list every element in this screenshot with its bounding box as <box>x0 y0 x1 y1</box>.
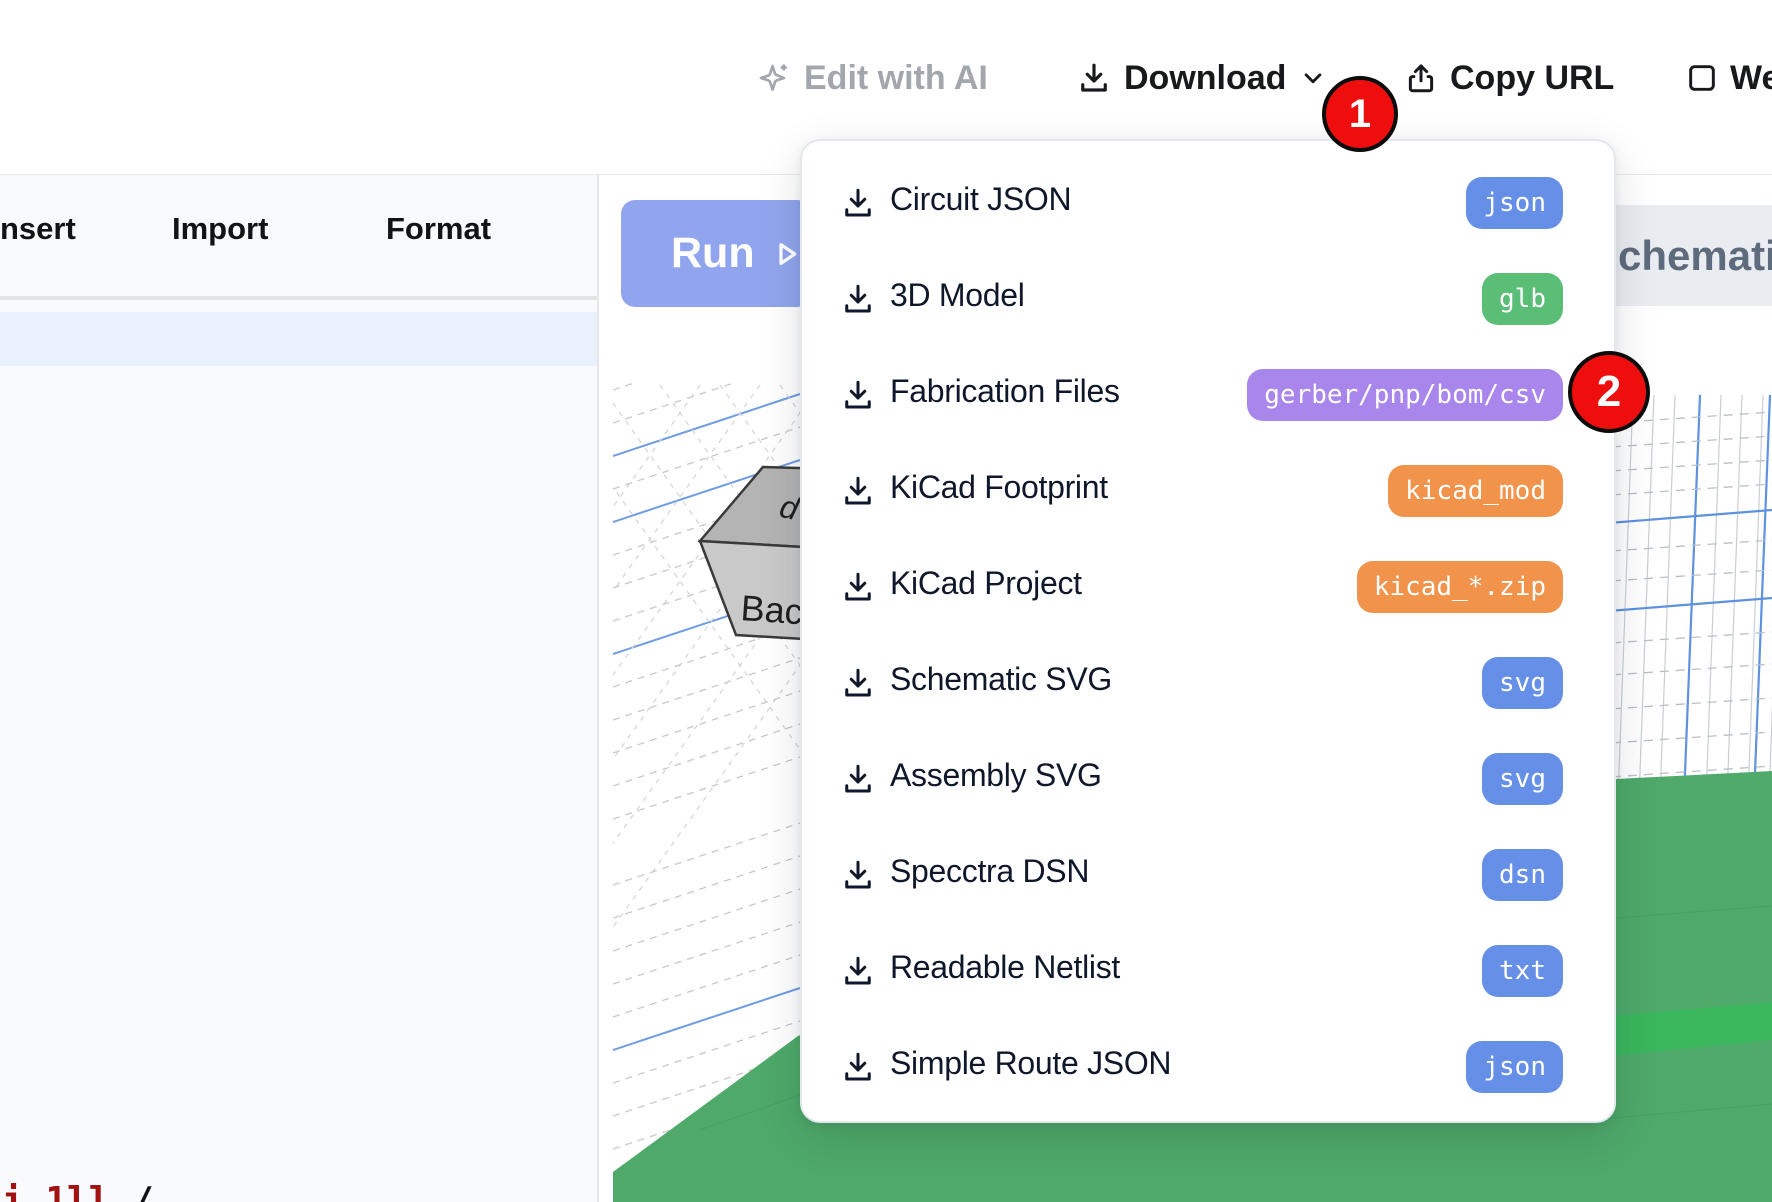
download-item-label: Fabrication Files <box>890 373 1120 410</box>
file-format-badge: kicad_*.zip <box>1357 561 1563 613</box>
annotation-step-2-number: 2 <box>1597 367 1621 417</box>
download-icon <box>840 473 876 509</box>
run-button[interactable]: Run <box>621 200 811 307</box>
download-item-label: Assembly SVG <box>890 757 1102 794</box>
code-fragment-red: i 1ll <box>2 1180 110 1202</box>
file-format-badge: gerber/pnp/bom/csv <box>1247 369 1563 421</box>
menubar-item-import[interactable]: Import <box>172 211 268 247</box>
view-cube-front-label: Bac <box>739 587 804 632</box>
download-icon <box>840 569 876 605</box>
download-menu-item[interactable]: Simple Route JSON json <box>802 1019 1614 1115</box>
checkbox-icon[interactable] <box>1686 62 1718 94</box>
file-format-badge: glb <box>1482 273 1563 325</box>
download-menu-item[interactable]: Assembly SVG svg <box>802 731 1614 827</box>
tab-schematic-label: chemati <box>1618 232 1772 280</box>
partial-code-line: i 1ll / <box>2 1180 154 1202</box>
download-dropdown-menu: Circuit JSON json 3D Model glb Fabrication F… <box>800 139 1616 1123</box>
share-icon <box>1404 61 1438 95</box>
run-button-label: Run <box>671 229 755 278</box>
chevron-down-icon <box>1298 63 1328 93</box>
download-icon <box>1076 60 1112 96</box>
code-editor-panel[interactable]: nsert Import Format i 1ll / <box>0 175 599 1202</box>
download-menu-item[interactable]: KiCad Footprint kicad_mod <box>802 443 1614 539</box>
download-menu-item[interactable]: 3D Model glb <box>802 251 1614 347</box>
edit-with-ai-label: Edit with AI <box>804 59 988 98</box>
copy-url-label: Copy URL <box>1450 59 1614 98</box>
download-item-label: 3D Model <box>890 277 1025 314</box>
download-menu-item[interactable]: Schematic SVG svg <box>802 635 1614 731</box>
sparkles-icon <box>756 60 792 96</box>
annotation-step-1-number: 1 <box>1349 92 1371 137</box>
annotation-step-1-badge: 1 <box>1322 76 1398 152</box>
download-item-label: Schematic SVG <box>890 661 1112 698</box>
download-icon <box>840 953 876 989</box>
download-item-label: Readable Netlist <box>890 949 1120 986</box>
editor-menubar: nsert Import Format <box>0 175 597 300</box>
copy-url-button[interactable]: Copy URL <box>1404 52 1614 104</box>
download-item-label: KiCad Footprint <box>890 469 1108 506</box>
download-item-label: Specctra DSN <box>890 853 1089 890</box>
play-icon <box>771 239 801 269</box>
download-icon <box>840 857 876 893</box>
download-icon <box>840 1049 876 1085</box>
download-menu-item[interactable]: Fabrication Files gerber/pnp/bom/csv <box>802 347 1614 443</box>
file-format-badge: json <box>1466 177 1563 229</box>
download-button-label: Download <box>1124 59 1286 98</box>
download-menu-item[interactable]: KiCad Project kicad_*.zip <box>802 539 1614 635</box>
download-icon <box>840 377 876 413</box>
download-icon <box>840 665 876 701</box>
file-format-badge: svg <box>1482 657 1563 709</box>
file-format-badge: kicad_mod <box>1388 465 1563 517</box>
file-format-badge: dsn <box>1482 849 1563 901</box>
file-format-badge: txt <box>1482 945 1563 997</box>
editor-active-line-highlight <box>0 312 597 366</box>
file-format-badge: svg <box>1482 753 1563 805</box>
download-item-label: Circuit JSON <box>890 181 1071 218</box>
menubar-item-nsert[interactable]: nsert <box>0 211 76 247</box>
download-menu-item[interactable]: Specctra DSN dsn <box>802 827 1614 923</box>
download-icon <box>840 281 876 317</box>
download-menu-item[interactable]: Circuit JSON json <box>802 155 1614 251</box>
app-window: d Bac chemati Run nsertImportFormat i 1l… <box>0 0 1772 1202</box>
annotation-step-2-badge: 2 <box>1568 351 1650 433</box>
file-format-badge: json <box>1466 1041 1563 1093</box>
web-checkbox-item[interactable]: We <box>1686 52 1772 104</box>
web-label: We <box>1730 59 1772 98</box>
code-fragment-slash: / <box>110 1180 153 1202</box>
edit-with-ai-button[interactable]: Edit with AI <box>756 52 988 104</box>
download-item-label: Simple Route JSON <box>890 1045 1171 1082</box>
download-icon <box>840 185 876 221</box>
download-menu-item[interactable]: Readable Netlist txt <box>802 923 1614 1019</box>
menubar-item-format[interactable]: Format <box>386 211 491 247</box>
download-item-label: KiCad Project <box>890 565 1082 602</box>
download-button[interactable]: Download <box>1076 52 1328 104</box>
download-icon <box>840 761 876 797</box>
